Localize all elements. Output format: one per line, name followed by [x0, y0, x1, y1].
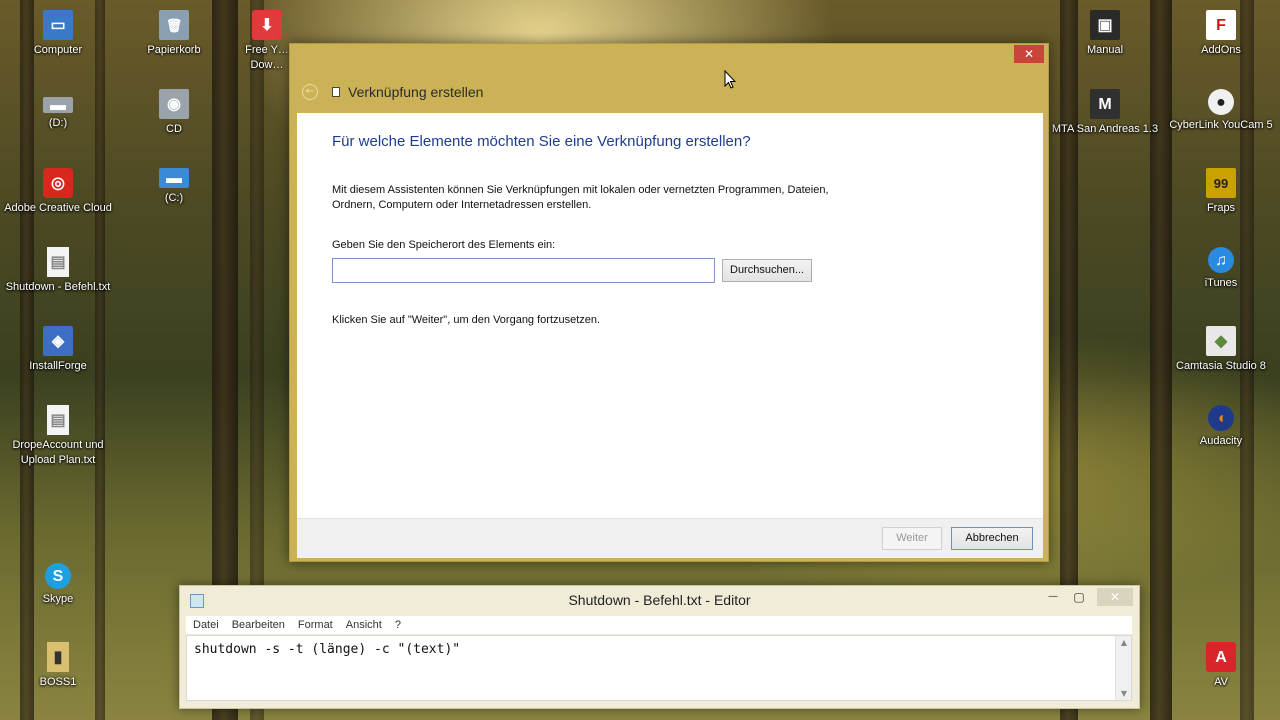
camtasia-icon: ◆: [1206, 326, 1236, 356]
scroll-up-icon[interactable]: ▲: [1116, 638, 1132, 647]
continue-hint: Klicken Sie auf "Weiter", um den Vorgang…: [332, 314, 601, 326]
mouse-cursor-icon: [724, 70, 736, 89]
menu-bearbeiten[interactable]: Bearbeiten: [232, 619, 285, 631]
dialog-description: Mit diesem Assistenten können Sie Verknü…: [332, 184, 829, 211]
desktop-icon-cd[interactable]: ◉ CD: [116, 89, 232, 137]
vertical-scrollbar[interactable]: ▲ ▼: [1115, 636, 1131, 700]
cancel-button[interactable]: Abbrechen: [951, 527, 1033, 550]
computer-icon: ▭: [43, 10, 73, 40]
dialog-title-bar: ← Verknüpfung erstellen: [302, 82, 702, 102]
editor-text[interactable]: shutdown -s -t (länge) -c "(text)": [194, 642, 460, 657]
desktop-icon-cyberlink-youcam[interactable]: ● CyberLink YouCam 5: [1163, 89, 1279, 133]
back-arrow-icon[interactable]: ←: [302, 84, 318, 100]
close-button[interactable]: ✕: [1014, 45, 1044, 63]
desktop-icon-label: Audacity: [1199, 435, 1243, 447]
desktop-icon-label: DropeAccount und Upload Plan.txt: [12, 439, 104, 466]
desktop-icon-label: CyberLink YouCam 5: [1169, 119, 1273, 131]
minimize-button[interactable]: —: [1039, 588, 1067, 606]
notepad-window: Shutdown - Befehl.txt - Editor — ▢ ✕ Dat…: [179, 585, 1140, 709]
fujitsu-icon: F: [1206, 10, 1236, 40]
desktop-icon-label: Shutdown - Befehl.txt: [5, 281, 111, 293]
adobe-creative-cloud-icon: ◎: [43, 168, 73, 198]
dialog-title: Verknüpfung erstellen: [348, 84, 484, 100]
desktop-icon-avira[interactable]: A AV: [1163, 642, 1279, 690]
desktop-icon-label: MTA San Andreas 1.3: [1051, 123, 1159, 135]
archive-icon: ▮: [47, 642, 69, 672]
webcam-icon: ●: [1208, 89, 1234, 115]
desktop-icon-dropeaccount-plan[interactable]: ▤ DropeAccount und Upload Plan.txt: [0, 405, 116, 468]
scroll-down-icon[interactable]: ▼: [1116, 689, 1132, 698]
desktop-icon-mta-san-andreas[interactable]: M MTA San Andreas 1.3: [1047, 89, 1163, 137]
browse-button[interactable]: Durchsuchen...: [722, 259, 812, 282]
desktop-icon-label: Skype: [42, 593, 74, 605]
desktop-icon-fraps[interactable]: 99 Fraps: [1163, 168, 1279, 216]
itunes-icon: ♫: [1208, 247, 1234, 273]
drive-icon: ▬: [159, 168, 189, 188]
cd-drive-icon: ◉: [159, 89, 189, 119]
desktop-icon-audacity[interactable]: ◖ Audacity: [1163, 405, 1279, 449]
desktop-icon-label: Free Y… Dow…: [245, 44, 289, 71]
desktop-icon-manual[interactable]: ▣ Manual: [1047, 10, 1163, 58]
desktop-icon-addons[interactable]: F AddOns: [1163, 10, 1279, 58]
notepad-title: Shutdown - Befehl.txt - Editor: [568, 592, 751, 608]
maximize-button[interactable]: ▢: [1065, 588, 1093, 606]
location-label: Geben Sie den Speicherort des Elements e…: [332, 239, 556, 251]
menu-ansicht[interactable]: Ansicht: [346, 619, 382, 631]
notepad-menubar: Datei Bearbeiten Format Ansicht ?: [186, 616, 1132, 634]
desktop-icon-drive-d[interactable]: ▬ (D:): [0, 97, 116, 131]
recycle-bin-icon: 🗑: [159, 10, 189, 40]
desktop-icon-label: CD: [166, 123, 182, 135]
create-shortcut-dialog: ✕ ← Verknüpfung erstellen Für welche Ele…: [289, 43, 1049, 562]
desktop-icon-label: Papierkorb: [147, 44, 201, 56]
text-file-icon: ▤: [47, 247, 69, 277]
download-icon: ⬇: [252, 10, 282, 40]
desktop-icon-label: (C:): [164, 192, 184, 204]
desktop-icon-boss1[interactable]: ▮ BOSS1: [0, 642, 116, 690]
menu-datei[interactable]: Datei: [193, 619, 219, 631]
desktop-icon-skype[interactable]: S Skype: [0, 563, 116, 607]
desktop-icon-itunes[interactable]: ♫ iTunes: [1163, 247, 1279, 291]
manual-icon: ▣: [1090, 10, 1120, 40]
dialog-content: Für welche Elemente möchten Sie eine Ver…: [297, 113, 1043, 518]
desktop-icon-label: Adobe Creative Cloud: [4, 202, 112, 214]
desktop-icon-label: Manual: [1086, 44, 1124, 56]
desktop-icon-installforge[interactable]: ◈ InstallForge: [0, 326, 116, 374]
notepad-editor[interactable]: shutdown -s -t (länge) -c "(text)" ▲ ▼: [186, 635, 1132, 701]
desktop-icon-label: AddOns: [1201, 44, 1241, 56]
desktop-icon-label: BOSS1: [39, 676, 77, 688]
shortcut-icon: [332, 87, 340, 97]
text-file-icon: ▤: [47, 405, 69, 435]
menu-help[interactable]: ?: [395, 619, 401, 631]
dialog-footer: Weiter Abbrechen: [297, 518, 1043, 558]
installforge-icon: ◈: [43, 326, 73, 356]
desktop-icon-label: AV: [1214, 676, 1228, 688]
drive-icon: ▬: [43, 97, 73, 113]
desktop-icon-camtasia[interactable]: ◆ Camtasia Studio 8: [1163, 326, 1279, 374]
audacity-icon: ◖: [1208, 405, 1234, 431]
desktop-icon-label: Fraps: [1206, 202, 1236, 214]
next-button[interactable]: Weiter: [882, 527, 942, 550]
skype-icon: S: [45, 563, 71, 589]
desktop-icon-label: InstallForge: [29, 360, 87, 372]
mta-icon: M: [1090, 89, 1120, 119]
desktop-icon-label: iTunes: [1204, 277, 1238, 289]
close-button[interactable]: ✕: [1097, 588, 1133, 606]
desktop-icon-label: Camtasia Studio 8: [1176, 360, 1266, 372]
avira-icon: A: [1206, 642, 1236, 672]
dialog-heading: Für welche Elemente möchten Sie eine Ver…: [332, 133, 751, 150]
desktop-icon-shutdown-befehl[interactable]: ▤ Shutdown - Befehl.txt: [0, 247, 116, 295]
desktop-icon-drive-c[interactable]: ▬ (C:): [116, 168, 232, 206]
desktop-icon-label: (D:): [48, 117, 68, 129]
desktop-icon-adobe-creative-cloud[interactable]: ◎ Adobe Creative Cloud: [0, 168, 116, 216]
desktop-icon-label: Computer: [33, 44, 83, 56]
desktop-icon-recycle-bin[interactable]: 🗑 Papierkorb: [116, 10, 232, 58]
menu-format[interactable]: Format: [298, 619, 333, 631]
desktop-icon-computer[interactable]: ▭ Computer: [0, 10, 116, 58]
fraps-icon: 99: [1206, 168, 1236, 198]
location-input[interactable]: [332, 258, 715, 283]
